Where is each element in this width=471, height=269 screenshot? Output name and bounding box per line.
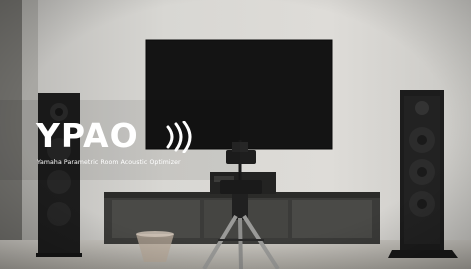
video-frame: YPAO Yamaha Parametric Room Acoustic Opt… [0, 0, 471, 269]
ypao-logo: YPAO Yamaha Parametric Room Acoustic Opt… [36, 118, 236, 168]
logo-subtitle: Yamaha Parametric Room Acoustic Optimize… [37, 159, 181, 166]
logo-wordmark: YPAO [36, 116, 139, 155]
sound-wave-icon [166, 121, 192, 153]
